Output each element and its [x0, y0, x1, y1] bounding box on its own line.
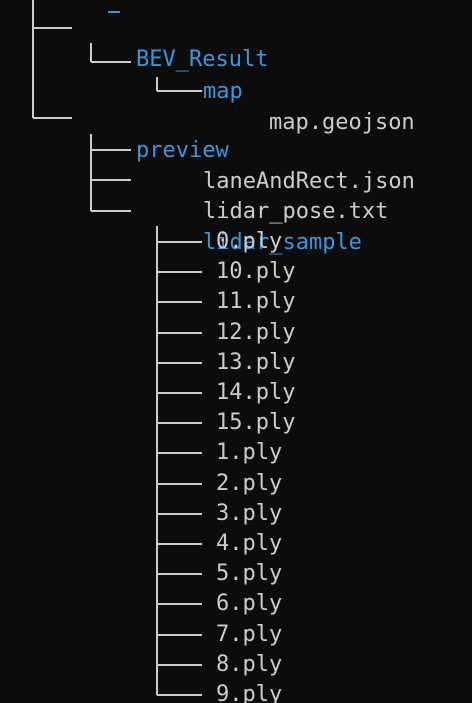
- file-sample-ply[interactable]: 12.ply: [216, 317, 295, 349]
- terminal-window: BEV_Result map map.geojson preview laneA…: [0, 0, 472, 703]
- file-sample-ply[interactable]: 14.ply: [216, 377, 295, 409]
- file-map-geojson[interactable]: map.geojson: [216, 75, 415, 135]
- file-sample-ply[interactable]: 10.ply: [216, 256, 295, 288]
- bev-overline-mark: [108, 11, 120, 13]
- file-sample-ply[interactable]: 11.ply: [216, 286, 295, 318]
- file-sample-ply-label: 6.ply: [216, 591, 283, 616]
- file-sample-ply-label: 13.ply: [216, 350, 296, 375]
- dir-bev-result[interactable]: BEV_Result: [83, 11, 268, 72]
- file-sample-ply-label: 9.ply: [216, 682, 283, 703]
- file-sample-ply[interactable]: 5.ply: [216, 558, 282, 590]
- file-sample-ply[interactable]: 9.ply: [216, 679, 282, 703]
- file-sample-ply-label: 7.ply: [216, 622, 283, 647]
- file-sample-ply-label: 8.ply: [216, 652, 283, 677]
- file-sample-ply-label: 3.ply: [216, 501, 283, 526]
- file-lidar-pose[interactable]: lidar_pose.txt: [150, 164, 388, 224]
- file-lane-and-rect[interactable]: laneAndRect.json: [150, 134, 415, 194]
- dir-lidar-sample[interactable]: lidar_sample: [150, 195, 362, 255]
- sample-branch-lines: [157, 241, 202, 696]
- file-sample-ply-label: 12.ply: [216, 320, 296, 345]
- file-sample-ply[interactable]: 2.ply: [216, 468, 282, 500]
- file-sample-ply-label: 14.ply: [216, 380, 296, 405]
- file-sample-ply[interactable]: 3.ply: [216, 498, 282, 530]
- file-sample-ply-label: 0.ply: [216, 229, 283, 254]
- file-sample-ply-label: 11.ply: [216, 289, 296, 314]
- file-sample-ply-label: 2.ply: [216, 471, 283, 496]
- file-sample-ply[interactable]: 7.ply: [216, 619, 282, 651]
- file-sample-ply[interactable]: 8.ply: [216, 649, 282, 681]
- file-sample-ply[interactable]: 6.ply: [216, 588, 282, 620]
- file-sample-ply-label: 10.ply: [216, 259, 296, 284]
- file-sample-ply-label: 1.ply: [216, 440, 283, 465]
- file-map-geojson-label: map.geojson: [268, 110, 415, 135]
- file-sample-ply-label: 5.ply: [216, 561, 283, 586]
- dir-preview[interactable]: preview: [83, 103, 229, 163]
- file-sample-ply[interactable]: 15.ply: [216, 407, 295, 439]
- file-sample-ply[interactable]: 4.ply: [216, 528, 282, 560]
- file-sample-ply[interactable]: 1.ply: [216, 437, 282, 469]
- dir-map[interactable]: map: [150, 44, 243, 104]
- file-sample-ply-label: 15.ply: [216, 410, 296, 435]
- file-sample-ply-label: 4.ply: [216, 531, 283, 556]
- file-sample-ply[interactable]: 0.ply: [216, 226, 282, 258]
- file-sample-ply[interactable]: 13.ply: [216, 347, 295, 379]
